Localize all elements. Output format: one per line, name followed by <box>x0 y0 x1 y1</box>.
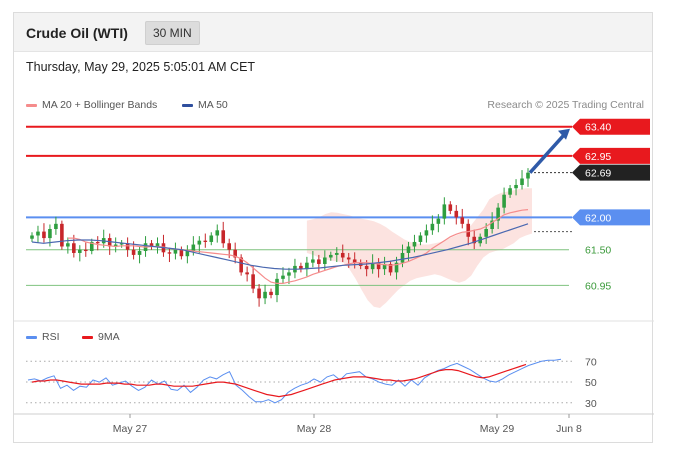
level-label-last_price-2: 62.69 <box>585 168 611 180</box>
rsi-line <box>27 358 562 404</box>
candle-body <box>78 249 82 253</box>
level-label-support-5: 60.95 <box>585 280 611 292</box>
candle-body <box>95 241 100 244</box>
candle-body <box>400 252 405 263</box>
candle-body <box>508 188 512 195</box>
candle-body <box>317 259 321 264</box>
candle-body <box>448 204 453 211</box>
level-label-pivot-3: 62.00 <box>585 212 611 224</box>
candle-body <box>66 243 70 247</box>
candle-body <box>48 229 52 239</box>
candle-body <box>263 291 267 299</box>
candle-body <box>502 194 506 208</box>
candle-body <box>442 204 447 219</box>
chart-widget: Crude Oil (WTI) 30 MIN Thursday, May 29,… <box>13 12 654 443</box>
candle-body <box>364 265 369 270</box>
candle-body <box>460 217 465 224</box>
candle-body <box>42 231 46 239</box>
candle-body <box>454 210 459 218</box>
rsi-tick-label: 50 <box>585 377 597 389</box>
candle-body <box>251 274 255 289</box>
candle-body <box>484 229 488 237</box>
candle-body <box>72 243 76 253</box>
level-label-support-4: 61.50 <box>585 245 611 257</box>
projection-arrow <box>528 131 568 174</box>
candle-body <box>167 252 172 254</box>
candle-body <box>340 252 345 258</box>
candle-body <box>418 235 423 242</box>
candle-body <box>514 184 518 189</box>
candle-body <box>406 246 411 253</box>
candle-body <box>60 223 64 247</box>
candle-body <box>436 218 441 224</box>
rsi-tick-label: 70 <box>585 356 597 368</box>
candle-body <box>275 278 279 296</box>
candle-body <box>191 244 196 252</box>
candle-body <box>209 235 214 242</box>
candle-body <box>328 254 333 258</box>
time-axis-label: May 28 <box>297 423 332 435</box>
time-axis-label: May 27 <box>113 423 148 435</box>
candle-body <box>197 240 202 245</box>
candle-body <box>520 178 524 185</box>
candle-body <box>131 249 136 255</box>
candle-body <box>281 275 285 279</box>
level-label-resistance-1: 62.95 <box>585 151 611 163</box>
candle-body <box>287 272 291 276</box>
candle-body <box>269 291 273 296</box>
candle-body <box>83 249 88 252</box>
candle-body <box>173 249 178 254</box>
candle-body <box>424 230 429 236</box>
candle-body <box>466 223 471 237</box>
candle-body <box>323 257 327 264</box>
candle-body <box>334 252 339 255</box>
level-label-resistance-0: 63.40 <box>585 122 611 134</box>
time-axis-label: Jun 8 <box>556 423 582 435</box>
price-chart: 63.40 62.95 62.69 62.00 61.50 60.95 70 50 30 May … <box>14 118 654 435</box>
candle-body <box>526 172 530 179</box>
candle-body <box>221 230 226 244</box>
candle-body <box>179 249 184 257</box>
candle-body <box>227 243 232 250</box>
candle-body <box>346 257 351 260</box>
candle-body <box>311 259 315 263</box>
candle-body <box>215 230 220 236</box>
candle-body <box>36 231 40 236</box>
candle-body <box>30 235 34 239</box>
time-axis-label: May 29 <box>480 423 515 435</box>
candle-body <box>203 240 208 242</box>
candle-body <box>245 272 249 275</box>
candle-body <box>430 223 435 231</box>
rsi-ma-line <box>31 363 527 398</box>
candle-body <box>412 241 417 247</box>
candle-body <box>137 251 142 255</box>
candle-body <box>257 288 261 299</box>
candle-body <box>54 223 58 230</box>
rsi-tick-label: 30 <box>585 398 597 410</box>
